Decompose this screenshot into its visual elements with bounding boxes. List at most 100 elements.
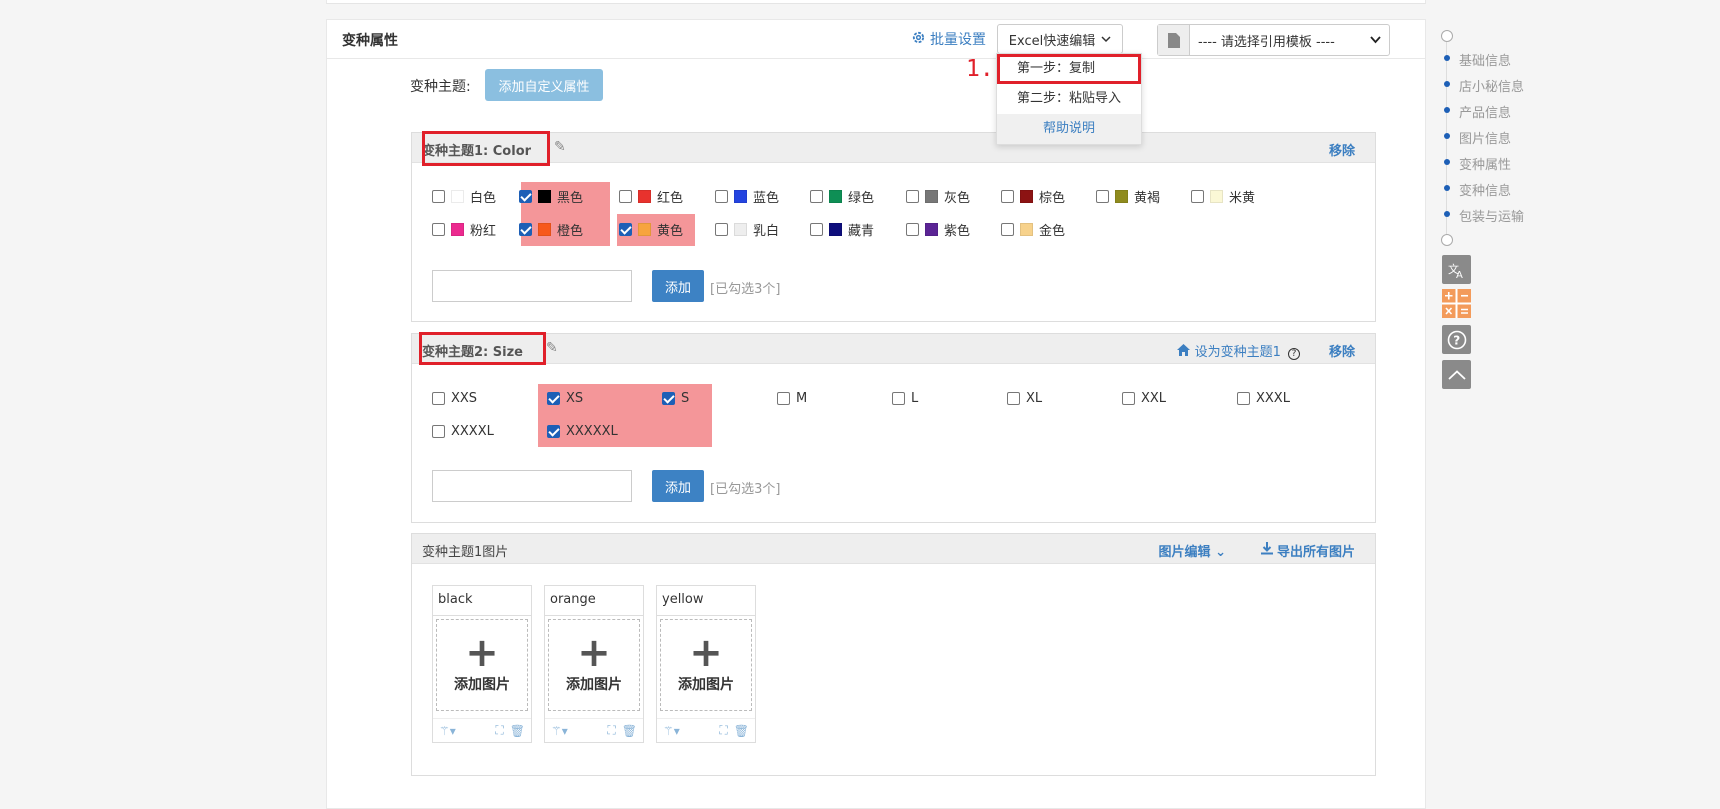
color-swatch: [638, 189, 651, 203]
help-icon[interactable]: ?: [1442, 325, 1471, 354]
trash-icon[interactable]: 🗑: [510, 724, 525, 738]
size-option[interactable]: XXXXL: [432, 421, 494, 441]
checkbox[interactable]: [1007, 391, 1020, 405]
size-option[interactable]: XXS: [432, 388, 477, 408]
crop-icon[interactable]: ⛶: [495, 723, 503, 738]
color-option[interactable]: 蓝色: [715, 186, 779, 206]
checkbox[interactable]: [1122, 391, 1135, 405]
checkbox[interactable]: [892, 391, 905, 405]
checkbox[interactable]: [810, 189, 823, 203]
checkbox[interactable]: [432, 189, 445, 203]
color-option[interactable]: 绿色: [810, 186, 874, 206]
checkbox[interactable]: [547, 424, 560, 438]
size-option[interactable]: XXXL: [1237, 388, 1290, 408]
color-option[interactable]: 棕色: [1001, 186, 1065, 206]
color-option[interactable]: 黄色: [619, 219, 683, 239]
checkbox[interactable]: [906, 189, 919, 203]
menu-item-help[interactable]: 帮助说明: [997, 114, 1141, 144]
checkbox[interactable]: [1001, 222, 1014, 236]
trash-icon[interactable]: 🗑: [734, 724, 749, 738]
color-option[interactable]: 乳白: [715, 219, 779, 239]
add-custom-attribute-button[interactable]: 添加自定义属性: [485, 69, 603, 101]
checkbox[interactable]: [432, 391, 445, 405]
pencil-icon[interactable]: ✎: [554, 139, 566, 155]
color-option[interactable]: 红色: [619, 186, 683, 206]
checkbox[interactable]: [1191, 189, 1204, 203]
template-select[interactable]: ---- 请选择引用模板 ----: [1157, 24, 1390, 56]
checkbox[interactable]: [715, 189, 728, 203]
variant-topic2-panel: 变种主题2: Size ✎ 设为变种主题1 ? 移除 XXS XS S M L XL XXL…: [411, 333, 1376, 523]
color-option[interactable]: 金色: [1001, 219, 1065, 239]
nav-item[interactable]: 产品信息: [1459, 102, 1511, 121]
magic-wand-icon[interactable]: ⚚▾: [663, 724, 680, 738]
export-all-images-link[interactable]: 导出所有图片: [1260, 541, 1355, 560]
custom-size-input[interactable]: [432, 470, 632, 502]
size-option[interactable]: S: [662, 388, 689, 408]
batch-settings-label: 批量设置: [930, 32, 986, 48]
menu-item-step2-paste[interactable]: 第二步：粘贴导入: [997, 84, 1141, 114]
size-option-label: M: [796, 390, 808, 406]
translate-icon[interactable]: 文A: [1442, 255, 1471, 284]
checkbox[interactable]: [432, 222, 445, 236]
checkbox[interactable]: [519, 222, 532, 236]
nav-item[interactable]: 变种属性: [1459, 154, 1511, 173]
color-option[interactable]: 米黄: [1191, 186, 1255, 206]
checkbox[interactable]: [619, 189, 632, 203]
size-option[interactable]: L: [892, 388, 918, 408]
custom-color-input[interactable]: [432, 270, 632, 302]
color-option[interactable]: 紫色: [906, 219, 970, 239]
color-option[interactable]: 黄褐: [1096, 186, 1160, 206]
remove-topic2-button[interactable]: 移除: [1329, 341, 1355, 360]
pencil-icon[interactable]: ✎: [546, 340, 558, 356]
color-option[interactable]: 橙色: [519, 219, 583, 239]
excel-quick-edit-button[interactable]: Excel快速编辑: [997, 24, 1123, 54]
magic-wand-icon[interactable]: ⚚▾: [551, 724, 568, 738]
checkbox[interactable]: [810, 222, 823, 236]
image-card-name: black: [433, 586, 531, 616]
add-size-button[interactable]: 添加: [652, 470, 704, 502]
checkbox[interactable]: [906, 222, 919, 236]
checkbox[interactable]: [715, 222, 728, 236]
nav-item[interactable]: 基础信息: [1459, 50, 1511, 69]
checkbox[interactable]: [777, 391, 790, 405]
checkbox[interactable]: [432, 424, 445, 438]
nav-item[interactable]: 变种信息: [1459, 180, 1511, 199]
nav-item[interactable]: 包装与运输: [1459, 206, 1524, 225]
crop-icon[interactable]: ⛶: [719, 723, 727, 738]
checkbox[interactable]: [547, 391, 560, 405]
crop-icon[interactable]: ⛶: [607, 723, 615, 738]
checkbox[interactable]: [519, 189, 532, 203]
checkbox[interactable]: [619, 222, 632, 236]
add-image-dropzone[interactable]: + 添加图片: [660, 619, 752, 711]
color-option[interactable]: 灰色: [906, 186, 970, 206]
menu-item-step1-copy[interactable]: 第一步：复制: [997, 54, 1141, 84]
svg-text:A: A: [1456, 270, 1463, 279]
set-as-topic1-link[interactable]: 设为变种主题1 ?: [1177, 341, 1300, 360]
size-option[interactable]: M: [777, 388, 807, 408]
color-option[interactable]: 黑色: [519, 186, 583, 206]
calculator-icon[interactable]: [1442, 289, 1471, 318]
image-edit-dropdown[interactable]: 图片编辑 ⌄: [1159, 541, 1226, 560]
remove-topic1-button[interactable]: 移除: [1329, 140, 1355, 159]
size-option[interactable]: XXXXXL: [547, 421, 618, 441]
add-color-button[interactable]: 添加: [652, 270, 704, 302]
add-image-dropzone[interactable]: + 添加图片: [436, 619, 528, 711]
checkbox[interactable]: [1001, 189, 1014, 203]
nav-item[interactable]: 图片信息: [1459, 128, 1511, 147]
color-option[interactable]: 藏青: [810, 219, 874, 239]
trash-icon[interactable]: 🗑: [622, 724, 637, 738]
checkbox[interactable]: [662, 391, 675, 405]
batch-settings-link[interactable]: 批量设置: [911, 29, 986, 49]
color-option[interactable]: 白色: [432, 186, 496, 206]
add-image-dropzone[interactable]: + 添加图片: [548, 619, 640, 711]
size-option[interactable]: XL: [1007, 388, 1042, 408]
checkbox[interactable]: [1237, 391, 1250, 405]
color-option[interactable]: 粉红: [432, 219, 496, 239]
back-to-top-icon[interactable]: [1442, 360, 1471, 389]
size-option[interactable]: XXL: [1122, 388, 1166, 408]
color-option-label: 乳白: [753, 223, 780, 239]
size-option[interactable]: XS: [547, 388, 583, 408]
magic-wand-icon[interactable]: ⚚▾: [439, 724, 456, 738]
nav-item[interactable]: 店小秘信息: [1459, 76, 1524, 95]
checkbox[interactable]: [1096, 189, 1109, 203]
